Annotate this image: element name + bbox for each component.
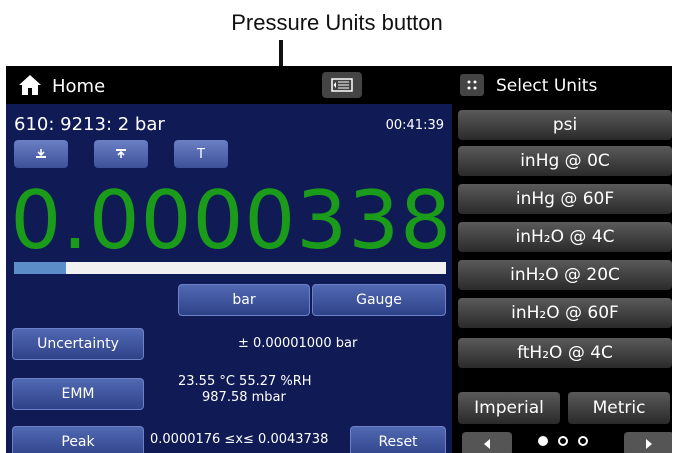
uncertainty-value: ± 0.00001000 bar — [238, 336, 358, 351]
unit-option-inh2o-60f[interactable]: inH₂O @ 60F — [458, 298, 672, 328]
unit-option-inh2o-4c[interactable]: inH₂O @ 4C — [458, 222, 672, 252]
tare-button[interactable]: T — [174, 140, 228, 168]
chevron-left-icon — [484, 439, 490, 449]
menu-icon — [331, 78, 353, 92]
emm-line2: 987.58 mbar — [202, 390, 286, 405]
clock: 00:41:39 — [385, 118, 444, 133]
select-units-panel: Select Units psi inHg @ 0C inHg @ 60F in… — [452, 66, 672, 453]
vent-icon — [116, 149, 126, 158]
pressure-units-button[interactable]: bar — [178, 284, 310, 316]
unit-option-inh2o-20c[interactable]: inH₂O @ 20C — [458, 260, 672, 290]
next-page-button[interactable] — [624, 432, 672, 453]
reset-button[interactable]: Reset — [350, 426, 446, 453]
uncertainty-button[interactable]: Uncertainty — [12, 328, 144, 360]
home-icon[interactable] — [18, 74, 42, 96]
unit-option-psi[interactable]: psi — [458, 110, 672, 140]
chevron-right-icon — [646, 439, 652, 449]
annotation-label: Pressure Units button — [231, 10, 443, 35]
menu-button[interactable] — [322, 72, 362, 98]
gauge-mode-button[interactable]: Gauge — [312, 284, 446, 316]
zero-icon — [36, 149, 46, 158]
vent-button[interactable] — [94, 140, 148, 168]
main-panel: Home 610: 9213: 2 bar 00:41:39 T 0.00003… — [6, 66, 452, 453]
emm-button[interactable]: EMM — [12, 378, 144, 410]
pressure-reading: 0.0000338 — [10, 174, 452, 267]
page-dot-3 — [578, 436, 588, 446]
prev-page-button[interactable] — [462, 432, 512, 453]
peak-range: 0.0000176 ≤x≤ 0.0043738 — [150, 432, 329, 447]
metric-button[interactable]: Metric — [568, 392, 670, 424]
imperial-button[interactable]: Imperial — [458, 392, 560, 424]
range-bar-fill — [14, 262, 66, 274]
page-dot-1 — [538, 436, 548, 446]
select-units-title: Select Units — [496, 76, 598, 96]
page-dot-2 — [558, 436, 568, 446]
emm-line1: 23.55 °C 55.27 %RH — [178, 374, 312, 389]
unit-option-fth2o-4c[interactable]: ftH₂O @ 4C — [458, 338, 672, 368]
unit-option-inhg-60f[interactable]: inHg @ 60F — [458, 184, 672, 214]
unit-option-inhg-0c[interactable]: inHg @ 0C — [458, 146, 672, 176]
zero-button[interactable] — [14, 140, 68, 168]
channel-label: 610: 9213: 2 bar — [14, 114, 165, 135]
range-bar — [14, 262, 446, 274]
header-bar: Home — [6, 66, 452, 104]
grid-icon[interactable] — [460, 74, 484, 96]
peak-button[interactable]: Peak — [12, 426, 144, 453]
home-label[interactable]: Home — [52, 76, 105, 97]
device-screen: Home 610: 9213: 2 bar 00:41:39 T 0.00003… — [6, 66, 672, 453]
